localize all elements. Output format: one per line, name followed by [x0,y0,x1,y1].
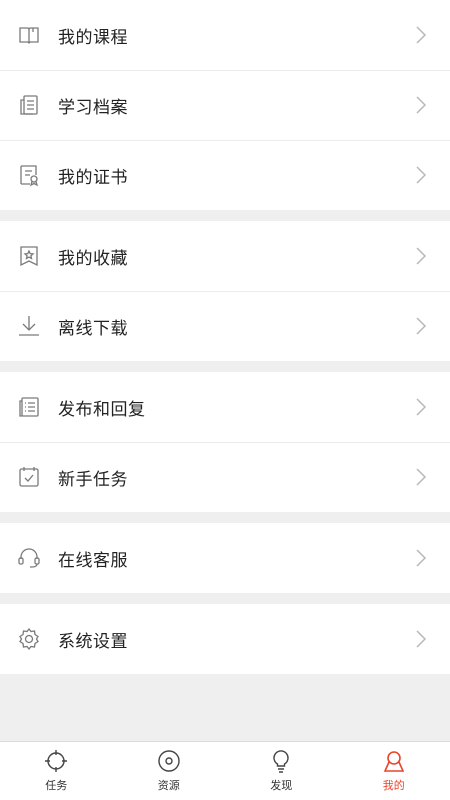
menu-item-label: 在线客服 [58,550,128,571]
tab-label: 任务 [45,779,68,792]
tab-resources[interactable]: 资源 [113,742,226,800]
crosshair-icon [45,750,68,772]
menu-group-settings: 系统设置 [0,604,450,674]
chevron-right-icon [416,549,427,567]
tab-label: 资源 [157,779,180,792]
section-divider [0,593,450,604]
profile-menu: 我的课程 学习档案 我的证书 我的收藏 离线下载 发布和回复 新手任务 在线客服… [0,0,450,741]
chevron-right-icon [416,317,427,335]
chevron-right-icon [416,247,427,265]
menu-item-offline-download[interactable]: 离线下载 [0,291,450,361]
calendar-check-icon [17,465,41,489]
menu-item-label: 我的证书 [58,167,128,188]
headset-icon [17,546,41,570]
menu-item-label: 系统设置 [58,631,128,652]
lightbulb-icon [273,750,289,773]
chevron-right-icon [416,166,427,184]
section-divider [0,512,450,523]
chevron-right-icon [416,26,427,44]
tab-label: 发现 [270,779,293,792]
menu-item-my-courses[interactable]: 我的课程 [0,0,450,70]
menu-item-label: 我的收藏 [58,248,128,269]
menu-item-online-support[interactable]: 在线客服 [0,523,450,593]
tab-label: 我的 [382,779,405,792]
tab-tasks[interactable]: 任务 [0,742,113,800]
archive-icon [17,93,41,117]
menu-group-learning: 我的课程 学习档案 我的证书 [0,0,450,210]
section-divider [0,361,450,372]
chevron-right-icon [416,630,427,648]
menu-group-support: 在线客服 [0,523,450,593]
section-divider [0,210,450,221]
chevron-right-icon [416,96,427,114]
menu-item-my-favorites[interactable]: 我的收藏 [0,221,450,291]
menu-item-beginner-tasks[interactable]: 新手任务 [0,442,450,512]
menu-item-my-certificates[interactable]: 我的证书 [0,140,450,210]
menu-item-label: 学习档案 [58,97,128,118]
list-document-icon [17,395,41,419]
tab-discover[interactable]: 发现 [225,742,338,800]
book-icon [17,23,41,47]
menu-item-label: 新手任务 [58,469,128,490]
menu-item-label: 发布和回复 [58,399,146,420]
menu-item-posts-and-replies[interactable]: 发布和回复 [0,372,450,442]
tab-mine[interactable]: 我的 [338,742,450,800]
chevron-right-icon [416,468,427,486]
menu-item-label: 我的课程 [58,27,128,48]
menu-group-saved: 我的收藏 离线下载 [0,221,450,361]
menu-item-system-settings[interactable]: 系统设置 [0,604,450,674]
chevron-right-icon [416,398,427,416]
disc-icon [158,750,180,772]
menu-item-label: 离线下载 [58,318,128,339]
gear-icon [17,627,41,651]
download-icon [17,314,41,338]
bottom-tab-bar: 任务 资源 发现 我的 [0,741,450,800]
certificate-icon [17,163,41,187]
menu-item-learning-archive[interactable]: 学习档案 [0,70,450,140]
menu-group-activity: 发布和回复 新手任务 [0,372,450,512]
star-bookmark-icon [17,244,41,268]
profile-icon [383,751,404,772]
